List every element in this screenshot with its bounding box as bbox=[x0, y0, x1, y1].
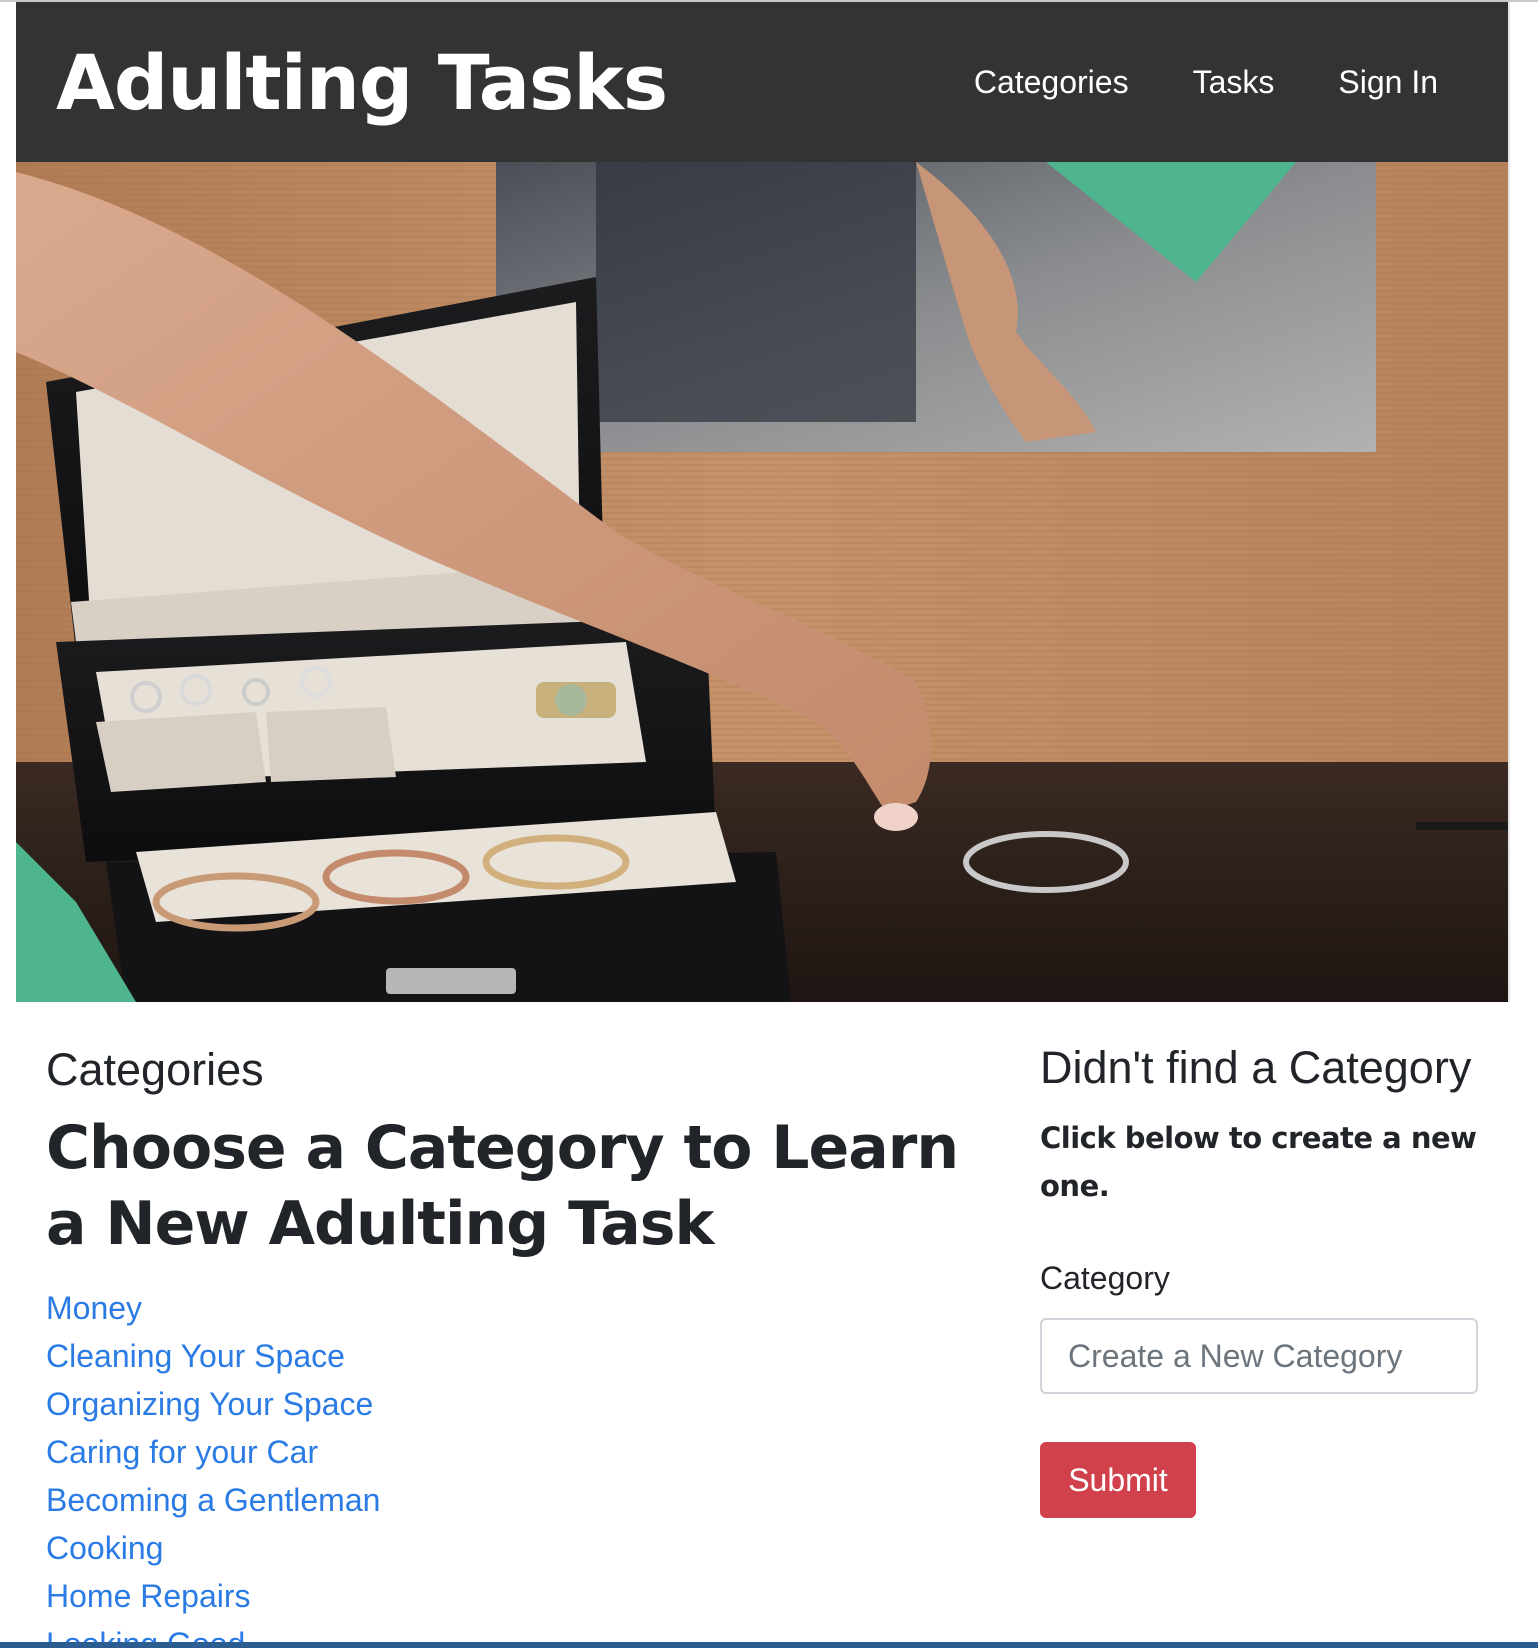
create-category-subheading: Click below to create a new one. bbox=[1040, 1121, 1477, 1203]
categories-section: Categories Choose a Category to Learn a … bbox=[46, 1040, 986, 1648]
page: Adulting Tasks Categories Tasks Sign In bbox=[0, 0, 1538, 1648]
category-link-car[interactable]: Caring for your Car bbox=[46, 1434, 318, 1470]
category-link-home-repairs[interactable]: Home Repairs bbox=[46, 1578, 251, 1614]
list-item: Caring for your Car bbox=[46, 1428, 986, 1476]
category-link-money[interactable]: Money bbox=[46, 1290, 142, 1326]
hero-image bbox=[16, 162, 1508, 1002]
list-item: Cleaning Your Space bbox=[46, 1332, 986, 1380]
categories-label: Categories bbox=[46, 1044, 264, 1095]
category-field-label: Category bbox=[1040, 1260, 1170, 1296]
category-link-organizing[interactable]: Organizing Your Space bbox=[46, 1386, 373, 1422]
bottom-edge-bar bbox=[0, 1642, 1538, 1648]
nav-link-sign-in[interactable]: Sign In bbox=[1338, 62, 1438, 102]
create-category-panel: Didn't find a Category Click below to cr… bbox=[1040, 1040, 1480, 1518]
page-title: Choose a Category to Learn a New Adultin… bbox=[46, 1113, 959, 1259]
list-item: Money bbox=[46, 1284, 986, 1332]
list-item: Cooking bbox=[46, 1524, 986, 1572]
create-category-heading: Didn't find a Category bbox=[1040, 1042, 1472, 1093]
category-link-gentleman[interactable]: Becoming a Gentleman bbox=[46, 1482, 380, 1518]
page-right-border bbox=[1508, 2, 1510, 1002]
jewelry-box-photo bbox=[16, 162, 1508, 1002]
category-link-cleaning[interactable]: Cleaning Your Space bbox=[46, 1338, 345, 1374]
category-link-cooking[interactable]: Cooking bbox=[46, 1530, 163, 1566]
submit-button[interactable]: Submit bbox=[1040, 1442, 1196, 1518]
nav-link-tasks[interactable]: Tasks bbox=[1193, 62, 1275, 102]
nav-links: Categories Tasks Sign In bbox=[974, 62, 1438, 102]
category-list: Money Cleaning Your Space Organizing You… bbox=[46, 1284, 986, 1648]
new-category-input[interactable] bbox=[1040, 1318, 1478, 1394]
list-item: Organizing Your Space bbox=[46, 1380, 986, 1428]
list-item: Home Repairs bbox=[46, 1572, 986, 1620]
navbar: Adulting Tasks Categories Tasks Sign In bbox=[16, 2, 1508, 162]
list-item: Becoming a Gentleman bbox=[46, 1476, 986, 1524]
site-brand[interactable]: Adulting Tasks bbox=[56, 38, 668, 128]
nav-link-categories[interactable]: Categories bbox=[974, 62, 1129, 102]
